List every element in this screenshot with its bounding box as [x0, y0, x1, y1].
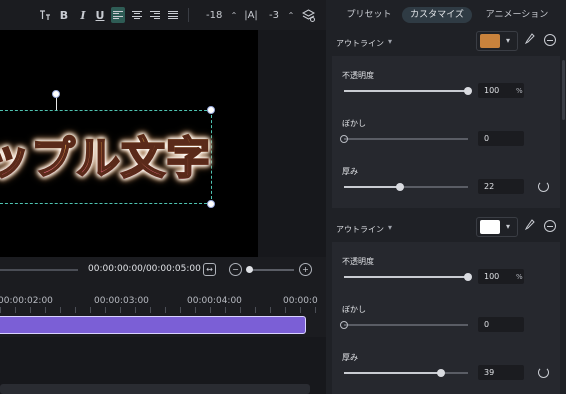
- properties-panel: プリセット カスタマイズ アニメーション アウトライン ▾ ▾ 不透明度 100…: [326, 0, 566, 394]
- video-preview[interactable]: ップル文字: [0, 30, 258, 257]
- tab-preset[interactable]: プリセット: [340, 7, 398, 23]
- playhead-scrubber[interactable]: [0, 269, 78, 271]
- slider-knob[interactable]: [340, 135, 348, 143]
- chevron-down-icon[interactable]: ▾: [388, 223, 392, 232]
- title-clip[interactable]: [0, 316, 306, 334]
- outline-settings-1: 不透明度 100 % ぼかし 0 厚み 22: [332, 56, 560, 208]
- zoom-out-icon[interactable]: −: [229, 263, 242, 276]
- panel-scrollbar[interactable]: [562, 60, 565, 120]
- reset-icon[interactable]: [538, 181, 549, 192]
- slider-knob[interactable]: [340, 321, 348, 329]
- eyedropper-icon[interactable]: [524, 219, 536, 233]
- outline-label: アウトライン: [336, 39, 384, 48]
- opacity-unit: %: [516, 87, 523, 95]
- opacity-label: 不透明度: [342, 71, 374, 80]
- font-size-stepper-icon[interactable]: ⌃: [227, 7, 241, 23]
- timeline-ruler[interactable]: 00:00:02:00 00:00:03:00 00:00:04:00 00:0…: [0, 283, 326, 313]
- align-left-icon: [113, 10, 123, 20]
- align-right-button[interactable]: [148, 7, 162, 23]
- outline-color-swatch[interactable]: [480, 34, 500, 48]
- preview-margin: [258, 30, 326, 257]
- outline-settings-2: 不透明度 100 % ぼかし 0 厚み 39: [332, 242, 560, 394]
- bold-button[interactable]: B: [57, 7, 71, 23]
- resize-handle-bottom-right[interactable]: [207, 200, 215, 208]
- ruler-tick: 00:00:03:00: [94, 296, 149, 306]
- justify-icon: [168, 10, 178, 20]
- outline-label: アウトライン: [336, 225, 384, 234]
- align-right-icon: [150, 10, 160, 20]
- underline-button[interactable]: U: [93, 7, 107, 23]
- thickness-slider[interactable]: [344, 183, 468, 191]
- text-toolbar: B I U -18 ⌃ |A| -3 ⌃: [0, 0, 326, 30]
- editor-area: B I U -18 ⌃ |A| -3 ⌃ ップル文字 00:00:00:00/0…: [0, 0, 326, 394]
- opacity-slider[interactable]: [344, 273, 472, 281]
- opacity-label: 不透明度: [342, 257, 374, 266]
- text-style-icon[interactable]: [38, 7, 52, 23]
- timeline-scrollbar[interactable]: [0, 384, 310, 394]
- slider-knob[interactable]: [464, 87, 472, 95]
- remove-outline-icon[interactable]: [544, 34, 556, 46]
- preview-title-text: ップル文字: [0, 133, 211, 185]
- thickness-value[interactable]: 22: [478, 179, 524, 194]
- tab-customize[interactable]: カスタマイズ: [402, 7, 472, 23]
- zoom-slider[interactable]: [248, 269, 294, 271]
- blur-label: ぼかし: [342, 305, 366, 314]
- outline-header-2: アウトライン ▾ ▾: [326, 216, 566, 242]
- reset-icon[interactable]: [538, 367, 549, 378]
- layers-icon[interactable]: [301, 7, 315, 23]
- zoom-slider-knob[interactable]: [246, 266, 253, 273]
- tab-animation[interactable]: アニメーション: [478, 7, 556, 23]
- zoom-in-icon[interactable]: +: [299, 263, 312, 276]
- font-size-value[interactable]: -18: [206, 7, 222, 23]
- toolbar-divider: [188, 8, 189, 22]
- slider-knob[interactable]: [395, 183, 404, 191]
- align-center-button[interactable]: [130, 7, 144, 23]
- thickness-label: 厚み: [342, 167, 358, 176]
- ruler-tick: 00:00:0: [283, 296, 318, 306]
- slider-knob[interactable]: [464, 273, 472, 281]
- ruler-tick: 00:00:02:00: [0, 296, 53, 306]
- thickness-slider[interactable]: [344, 369, 468, 377]
- align-left-button[interactable]: [111, 7, 125, 23]
- blur-slider[interactable]: [340, 135, 468, 143]
- slider-fill: [344, 372, 441, 374]
- kerning-value[interactable]: -3: [267, 7, 281, 23]
- align-center-icon: [132, 10, 142, 20]
- ruler-tick: 00:00:04:00: [187, 296, 242, 306]
- kerning-icon: |A|: [244, 9, 258, 21]
- slider-fill: [344, 276, 468, 278]
- blur-value[interactable]: 0: [478, 317, 524, 332]
- outline-header-1: アウトライン ▾ ▾: [326, 30, 566, 56]
- chevron-down-icon[interactable]: ▾: [506, 36, 510, 45]
- justify-button[interactable]: [166, 7, 180, 23]
- slider-fill: [344, 90, 468, 92]
- thickness-label: 厚み: [342, 353, 358, 362]
- eyedropper-icon[interactable]: [524, 33, 536, 47]
- blur-label: ぼかし: [342, 119, 366, 128]
- resize-handle-top-right[interactable]: [207, 106, 215, 114]
- chevron-down-icon[interactable]: ▾: [388, 37, 392, 46]
- panel-tabs: プリセット カスタマイズ アニメーション: [326, 0, 566, 30]
- timeline-controls: 00:00:00:00/00:00:05:00 ↔ − +: [0, 257, 326, 283]
- italic-button[interactable]: I: [76, 7, 90, 23]
- fit-screen-icon[interactable]: ↔: [203, 263, 216, 276]
- slider-fill: [344, 186, 400, 188]
- opacity-slider[interactable]: [344, 87, 472, 95]
- rotate-handle[interactable]: [52, 90, 60, 98]
- chevron-down-icon[interactable]: ▾: [506, 222, 510, 231]
- remove-outline-icon[interactable]: [544, 220, 556, 232]
- outline-color-swatch[interactable]: [480, 220, 500, 234]
- slider-knob[interactable]: [436, 369, 445, 377]
- blur-slider[interactable]: [340, 321, 468, 329]
- blur-value[interactable]: 0: [478, 131, 524, 146]
- kerning-stepper-icon[interactable]: ⌃: [284, 7, 298, 23]
- opacity-unit: %: [516, 273, 523, 281]
- timecode-display: 00:00:00:00/00:00:05:00: [88, 264, 201, 274]
- thickness-value[interactable]: 39: [478, 365, 524, 380]
